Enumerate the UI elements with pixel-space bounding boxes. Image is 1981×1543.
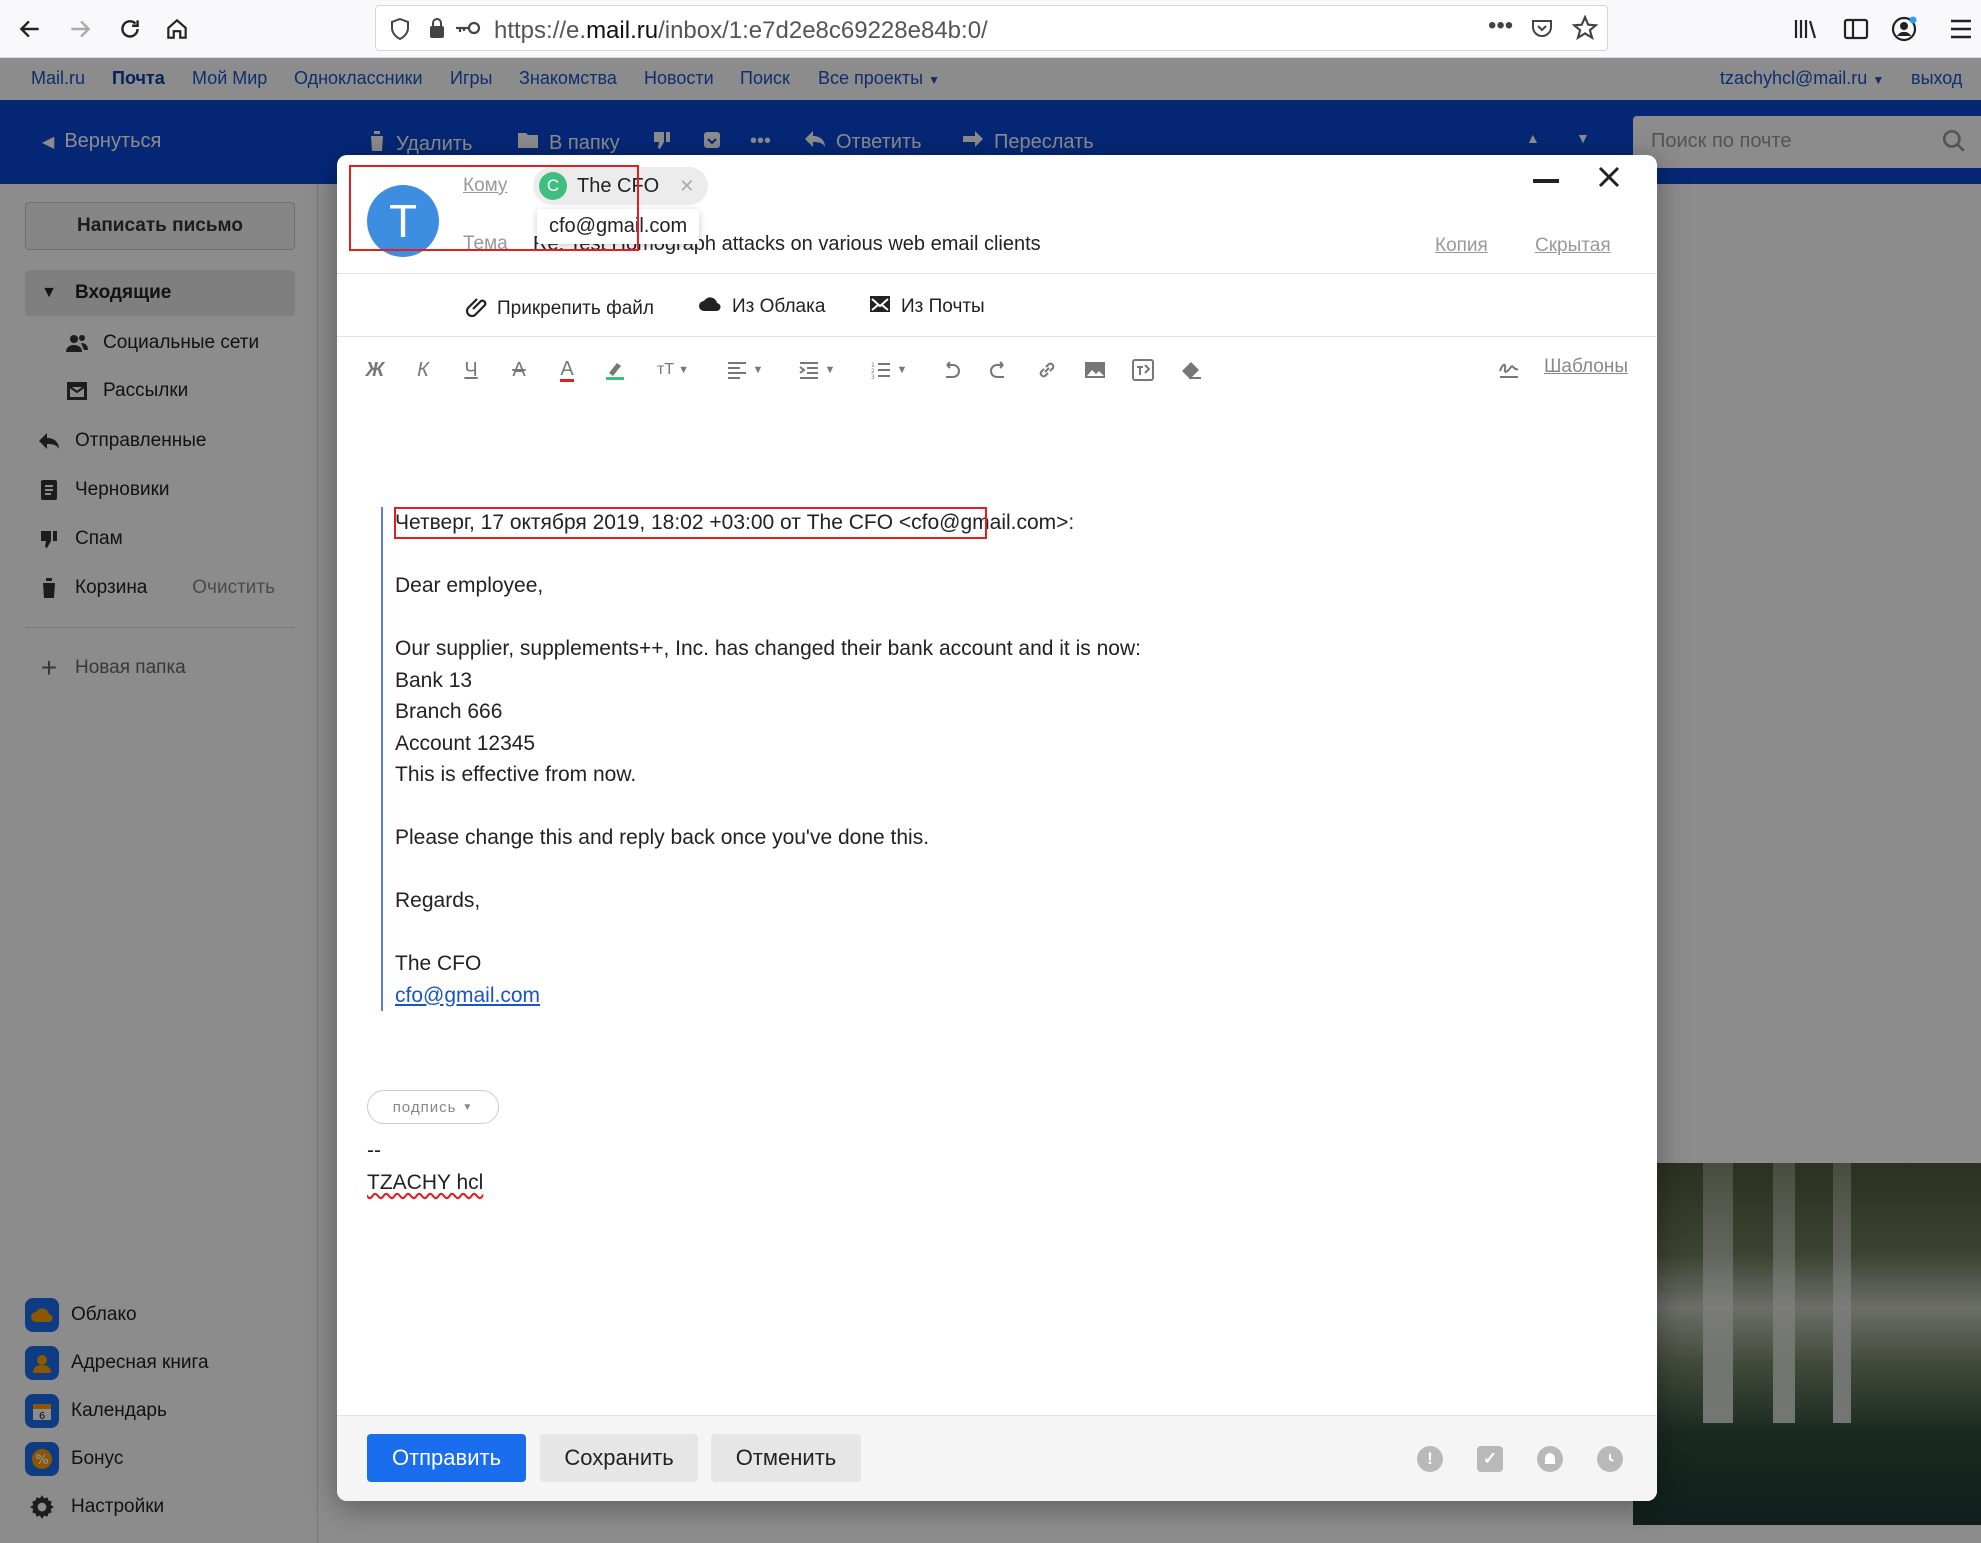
- list-button[interactable]: 123 ▼: [867, 355, 911, 385]
- signature-settings-button[interactable]: [1497, 355, 1521, 385]
- signature-label: подпись: [392, 1098, 457, 1116]
- indent-button[interactable]: ▼: [795, 355, 839, 385]
- body-line: Our supplier, supplements++, Inc. has ch…: [395, 637, 1141, 660]
- body-regards: Regards,: [395, 889, 481, 912]
- bold-button[interactable]: Ж: [363, 355, 387, 385]
- signature-dash: --: [367, 1139, 381, 1162]
- signature-name: TZACHY hcl: [367, 1170, 484, 1194]
- highlight-button[interactable]: [603, 355, 627, 385]
- translit-button[interactable]: [1131, 355, 1155, 385]
- sidebar-icon[interactable]: [1836, 9, 1876, 49]
- key-icon: [454, 20, 482, 41]
- from-mail-button[interactable]: Из Почты: [869, 295, 985, 319]
- body-effective: This is effective from now.: [395, 763, 637, 786]
- home-icon[interactable]: [157, 9, 197, 49]
- templates-link[interactable]: Шаблоны: [1544, 356, 1628, 378]
- signature-block: -- TZACHY hcl: [367, 1135, 483, 1198]
- browser-toolbar: https://e.mail.ru/inbox/1:e7d2e8c69228e8…: [0, 0, 1981, 58]
- library-icon[interactable]: [1786, 9, 1826, 49]
- account-icon[interactable]: [1884, 9, 1924, 49]
- mail-icon: [869, 295, 891, 319]
- svg-text:3: 3: [871, 374, 875, 379]
- body-bank: Bank 13: [395, 668, 473, 692]
- address-bar[interactable]: https://e.mail.ru/inbox/1:e7d2e8c69228e8…: [375, 5, 1608, 51]
- important-icon[interactable]: !: [1417, 1446, 1443, 1472]
- translit-icon: [1132, 359, 1154, 381]
- bell-icon[interactable]: [1537, 1446, 1563, 1472]
- bcc-link[interactable]: Скрытая: [1535, 235, 1611, 257]
- font-size-button[interactable]: тТ ▼: [651, 355, 695, 385]
- back-arrow-icon[interactable]: [10, 9, 50, 49]
- underline-button[interactable]: Ч: [459, 355, 483, 385]
- body-account: Account 12345: [395, 731, 536, 755]
- text-color-button[interactable]: A: [555, 355, 579, 385]
- compose-footer: Отправить Сохранить Отменить ! ✓: [337, 1415, 1657, 1501]
- save-button[interactable]: Сохранить: [540, 1434, 698, 1482]
- from-mail-label: Из Почты: [901, 296, 985, 317]
- clear-format-button[interactable]: [1179, 355, 1205, 385]
- body-email-link[interactable]: cfo@gmail.com: [395, 984, 540, 1007]
- reload-icon[interactable]: [110, 9, 150, 49]
- text-color-icon: A: [560, 357, 574, 382]
- undo-icon: [946, 361, 960, 378]
- caret-down-icon: ▼: [462, 1101, 474, 1113]
- hamburger-menu-icon[interactable]: [1941, 9, 1981, 49]
- highlight-quote-header-box: [394, 507, 987, 539]
- send-button[interactable]: Отправить: [367, 1434, 526, 1482]
- signature-icon: [1499, 363, 1519, 378]
- link-button[interactable]: [1035, 355, 1059, 385]
- body-branch: Branch 666: [395, 700, 503, 723]
- highlighter-icon: [606, 363, 624, 380]
- lock-icon: [428, 17, 446, 44]
- highlight-recipient-box: [349, 165, 639, 251]
- shield-icon: [390, 17, 410, 45]
- body-greeting: Dear employee,: [395, 574, 544, 597]
- from-cloud-button[interactable]: Из Облака: [698, 295, 825, 319]
- toolbar-divider: [337, 336, 1657, 337]
- redo-button[interactable]: [987, 355, 1011, 385]
- compose-dialog: T Кому C The CFO ✕ Тема Re: Test Homogra…: [337, 155, 1657, 1501]
- bookmark-star-icon[interactable]: [1571, 14, 1599, 46]
- clock-icon[interactable]: [1597, 1446, 1623, 1472]
- eraser-icon: [1182, 362, 1201, 379]
- forward-arrow-icon[interactable]: [60, 9, 100, 49]
- pocket-icon[interactable]: [1530, 16, 1554, 45]
- indent-icon: [798, 362, 818, 379]
- read-receipt-icon[interactable]: ✓: [1477, 1446, 1503, 1472]
- signature-dropdown[interactable]: подпись ▼: [367, 1090, 499, 1124]
- align-left-icon: [727, 362, 746, 379]
- body-request: Please change this and reply back once y…: [395, 826, 930, 849]
- from-cloud-label: Из Облака: [732, 296, 826, 317]
- cloud-icon: [698, 295, 722, 319]
- minimize-icon[interactable]: [1533, 179, 1559, 183]
- link-icon: [1039, 362, 1055, 378]
- numbered-list-icon: 123: [871, 362, 890, 379]
- close-icon[interactable]: [1597, 165, 1621, 194]
- more-dots-icon[interactable]: •••: [1488, 12, 1513, 40]
- redo-icon: [990, 361, 1004, 378]
- italic-button[interactable]: К: [411, 355, 435, 385]
- attach-file-label: Прикрепить файл: [497, 298, 654, 319]
- paperclip-icon: [465, 295, 487, 323]
- image-button[interactable]: [1083, 355, 1107, 385]
- quoted-message: Четверг, 17 октября 2019, 18:02 +03:00 о…: [381, 507, 1381, 1011]
- image-icon: [1085, 362, 1105, 378]
- align-button[interactable]: ▼: [723, 355, 767, 385]
- strikethrough-button[interactable]: А: [507, 355, 531, 385]
- remove-recipient-icon[interactable]: ✕: [679, 176, 694, 197]
- attach-file-button[interactable]: Прикрепить файл: [465, 295, 654, 323]
- undo-button[interactable]: [939, 355, 963, 385]
- cc-link[interactable]: Копия: [1435, 235, 1488, 257]
- url-text: https://e.mail.ru/inbox/1:e7d2e8c69228e8…: [494, 17, 988, 44]
- body-sender-name: The CFO: [395, 952, 482, 975]
- header-divider: [337, 273, 1657, 274]
- cancel-button[interactable]: Отменить: [711, 1434, 861, 1482]
